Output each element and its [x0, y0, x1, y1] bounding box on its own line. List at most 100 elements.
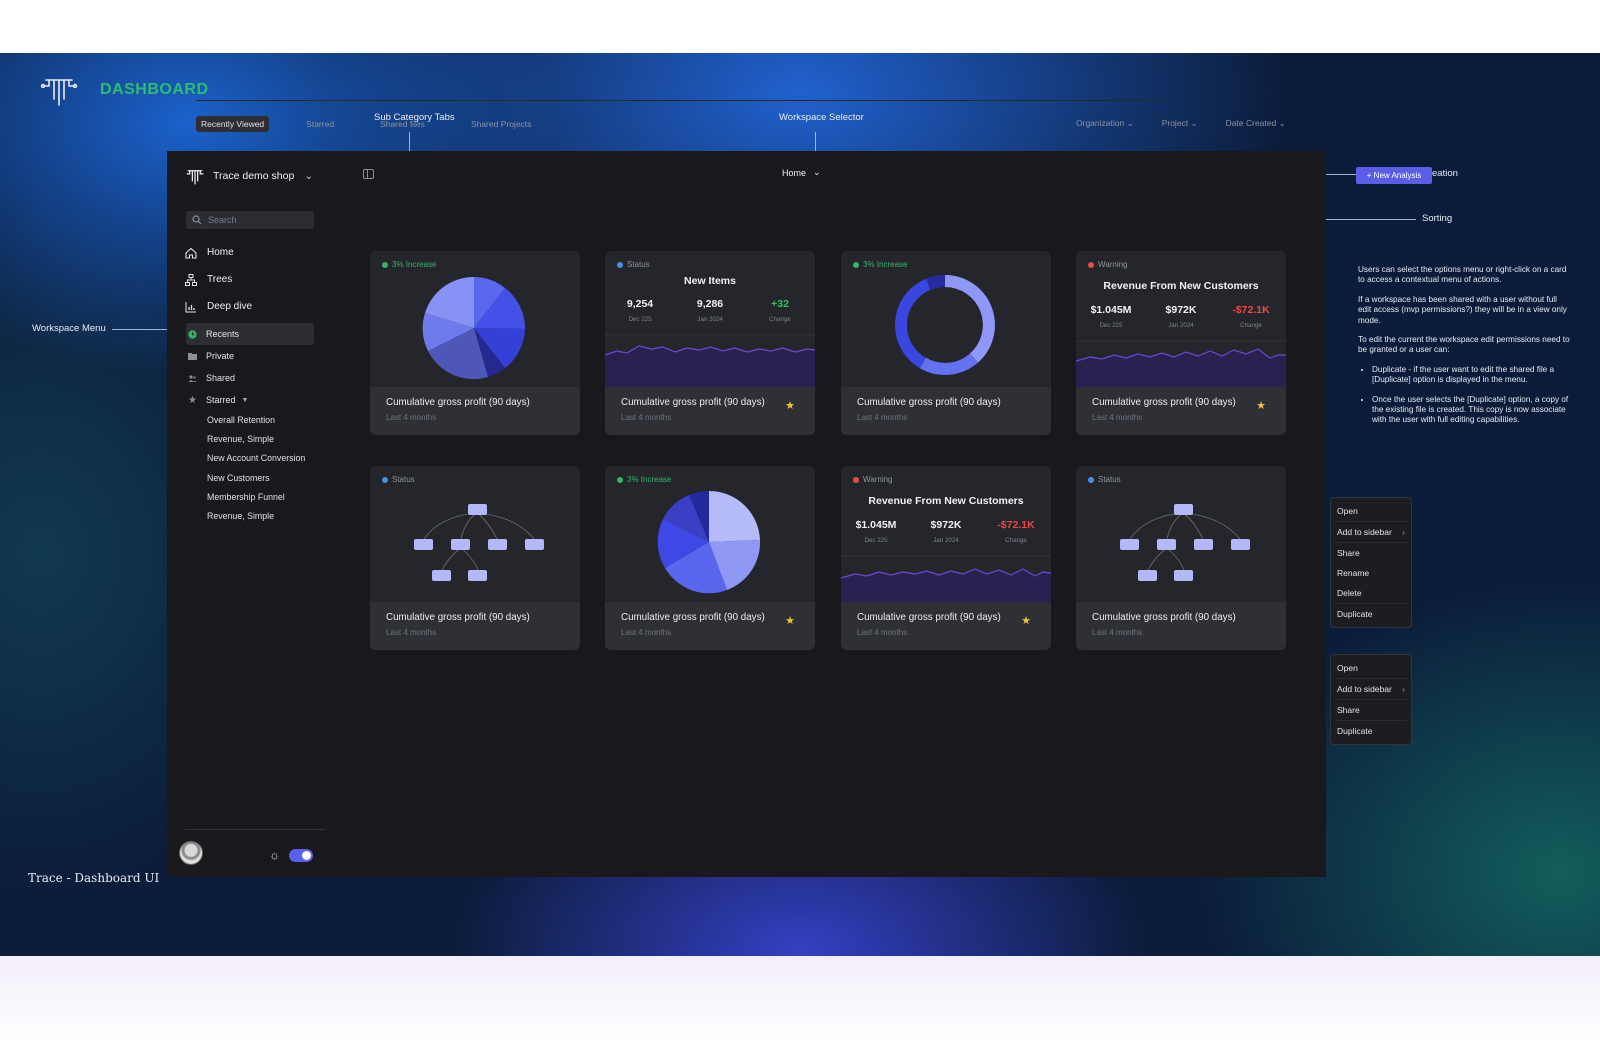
- chevron-down-icon: ⌄: [304, 170, 314, 182]
- star-icon[interactable]: ★: [785, 614, 795, 627]
- tab-shared-projects[interactable]: Shared Projects: [466, 116, 536, 132]
- search-box[interactable]: [186, 211, 314, 229]
- workspace-selector[interactable]: Home ⌄: [782, 167, 821, 178]
- analysis-card[interactable]: Status Cumulative gross profit (90 days)…: [370, 466, 580, 650]
- nav-item-deep-dive[interactable]: Deep dive: [185, 293, 252, 320]
- analysis-card[interactable]: Status Cumulative gross profit (90 days)…: [1076, 466, 1286, 650]
- page-footer-fade: [0, 956, 1600, 1047]
- nav-item-trees[interactable]: Trees: [185, 266, 252, 293]
- star-icon[interactable]: ★: [1021, 614, 1031, 627]
- sort-label: Organization: [1076, 118, 1125, 128]
- clock-icon: [188, 329, 197, 339]
- sort-organization[interactable]: Organization ⌄: [1076, 118, 1134, 129]
- card-subtitle: Last 4 months: [621, 628, 672, 637]
- sidebar-item-label: Shared: [206, 373, 236, 383]
- menu-item-open[interactable]: Open: [1331, 501, 1411, 521]
- analysis-card[interactable]: 3% Increase Cumulative gross profit (90 …: [370, 251, 580, 435]
- card-subtitle: Last 4 months: [621, 413, 672, 422]
- menu-item-share[interactable]: Share: [1331, 543, 1411, 563]
- menu-item-add-to-sidebar[interactable]: Add to sidebar ›: [1331, 522, 1411, 542]
- new-analysis-button[interactable]: + New Analysis: [1356, 167, 1432, 184]
- pie-chart: [657, 490, 761, 594]
- users-icon: [188, 374, 197, 382]
- sort-label: Project: [1161, 118, 1189, 128]
- home-icon: [185, 247, 197, 259]
- pie-chart: [422, 276, 526, 380]
- analysis-card[interactable]: Warning Revenue From New Customers $1.04…: [1076, 251, 1286, 435]
- menu-item-share[interactable]: Share: [1331, 700, 1411, 720]
- note-paragraph: If a workspace has been shared with a us…: [1358, 294, 1567, 325]
- workspace-name: Trace demo shop: [213, 170, 295, 182]
- menu-item-label: Add to sidebar: [1337, 684, 1392, 694]
- sort-date-created[interactable]: Date Created ⌄: [1226, 118, 1286, 129]
- menu-item-open[interactable]: Open: [1331, 658, 1411, 678]
- card-subtitle: Last 4 months: [1092, 413, 1143, 422]
- workspace-switcher[interactable]: Trace demo shop ⌄: [185, 167, 313, 185]
- tab-starred[interactable]: Starred: [301, 116, 339, 132]
- sun-icon: ☼: [269, 848, 280, 862]
- workspace-selector-label: Home: [782, 167, 807, 178]
- starred-item[interactable]: Overall Retention: [207, 411, 305, 430]
- menu-item-rename[interactable]: Rename: [1331, 563, 1411, 583]
- chevron-down-icon: ⌄: [1190, 118, 1198, 128]
- sub-category-tabs: Recently Viewed Starred Shared files Sha…: [196, 116, 572, 132]
- starred-item[interactable]: New Account Conversion: [207, 449, 305, 468]
- search-input[interactable]: [208, 215, 308, 225]
- bar-chart-icon: [185, 301, 196, 312]
- card-footer: [1076, 387, 1286, 435]
- chevron-down-icon: ⌄: [1126, 118, 1134, 128]
- caption: Trace - Dashboard UI: [28, 871, 160, 885]
- brand: DASHBOARD: [40, 73, 209, 107]
- brand-title: DASHBOARD: [100, 81, 209, 98]
- sorting-controls: Organization ⌄ Project ⌄ Date Created ⌄: [1076, 118, 1314, 129]
- star-icon[interactable]: ★: [785, 399, 795, 412]
- annotation-workspace-menu: Workspace Menu: [32, 323, 106, 334]
- starred-item[interactable]: Revenue, Simple: [207, 507, 305, 526]
- folder-icon: [188, 353, 197, 360]
- annotation-notes: Users can select the options menu or rig…: [1358, 265, 1570, 435]
- menu-item-add-to-sidebar[interactable]: Add to sidebar ›: [1331, 679, 1411, 699]
- annotation-workspace-selector: Workspace Selector: [779, 112, 864, 123]
- tree-icon: [185, 273, 197, 286]
- analysis-card[interactable]: Status New Items 9,254 Dec 225 9,286 Jan 2…: [605, 251, 815, 435]
- tab-shared-files[interactable]: Shared files: [375, 116, 430, 132]
- sidebar-item-label: Private: [206, 351, 235, 361]
- area-sparkline: [605, 334, 815, 387]
- context-menu-view-only: Open Add to sidebar › Share Duplicate: [1330, 654, 1412, 745]
- tab-recently-viewed[interactable]: Recently Viewed: [196, 116, 270, 132]
- caret-down-icon: ▼: [241, 396, 249, 404]
- theme-toggle[interactable]: [289, 849, 313, 862]
- workspace-menu: Recents Private Shared: [186, 323, 314, 389]
- sidebar-item-shared[interactable]: Shared: [186, 367, 314, 389]
- card-footer: [370, 602, 580, 650]
- card-footer: [841, 387, 1051, 435]
- main-nav: Home Trees Deep dive: [185, 239, 252, 320]
- sidebar-item-private[interactable]: Private: [186, 345, 314, 367]
- context-menu-full: Open Add to sidebar › Share Rename Delete…: [1330, 497, 1412, 628]
- note-paragraph: To edit the current the workspace edit p…: [1358, 335, 1570, 355]
- search-icon: [192, 215, 202, 225]
- star-icon[interactable]: ★: [1256, 399, 1266, 412]
- card-title: Cumulative gross profit (90 days): [621, 612, 765, 623]
- sidebar-item-starred[interactable]: ★ Starred ▼: [186, 391, 248, 409]
- nav-item-label: Deep dive: [207, 301, 253, 312]
- nav-item-label: Trees: [207, 274, 233, 285]
- analysis-card[interactable]: 3% Increase Cumulative gross profit (90 …: [841, 251, 1051, 435]
- chevron-down-icon: ⌄: [1278, 118, 1286, 128]
- chevron-down-icon: ⌄: [813, 167, 821, 177]
- sidebar-item-recents[interactable]: Recents: [186, 323, 314, 345]
- menu-item-duplicate[interactable]: Duplicate: [1331, 721, 1411, 741]
- avatar[interactable]: [179, 841, 203, 865]
- starred-item[interactable]: Membership Funnel: [207, 488, 305, 507]
- menu-item-duplicate[interactable]: Duplicate: [1331, 604, 1411, 624]
- nav-item-home[interactable]: Home: [185, 239, 252, 266]
- analysis-card[interactable]: 3% Increase Cumulative gross profit (90 …: [605, 466, 815, 650]
- dashboard-canvas: DASHBOARD Sub Category Tabs Workspace Se…: [0, 53, 1600, 956]
- starred-item[interactable]: New Customers: [207, 469, 305, 488]
- sidebar-toggle-icon[interactable]: [363, 169, 374, 179]
- menu-item-delete[interactable]: Delete: [1331, 583, 1411, 603]
- sort-project[interactable]: Project ⌄: [1162, 118, 1198, 129]
- analysis-card[interactable]: Warning Revenue From New Customers $1.04…: [841, 466, 1051, 650]
- tree-diagram: [1120, 504, 1250, 581]
- starred-item[interactable]: Revenue, Simple: [207, 430, 305, 449]
